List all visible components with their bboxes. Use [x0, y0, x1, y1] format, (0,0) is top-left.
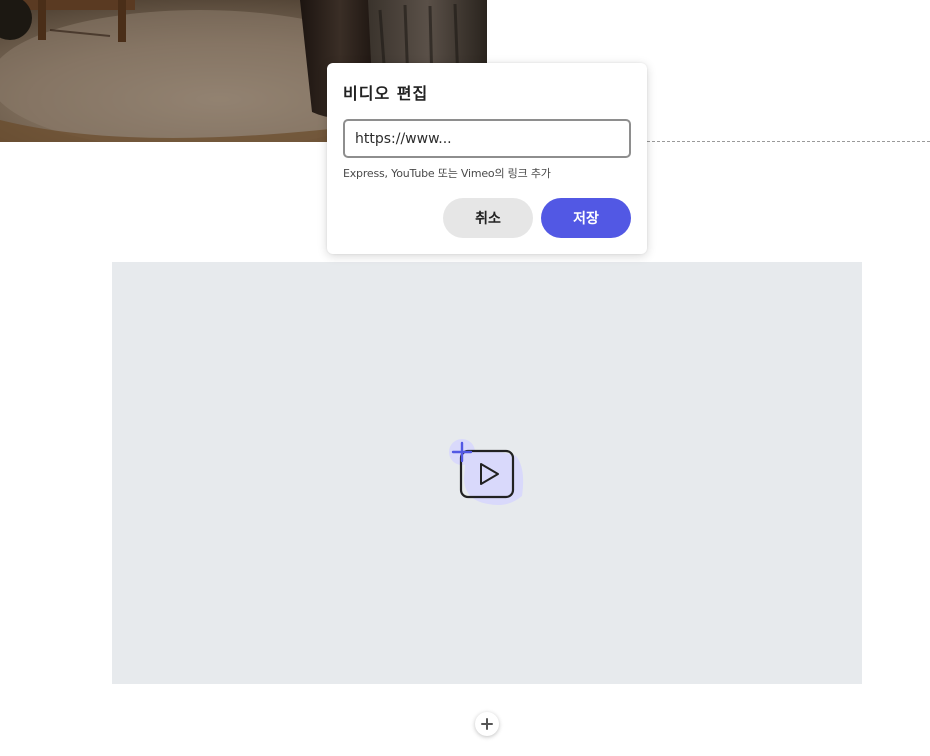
page: 비디오 편집 Express, YouTube 또는 Vimeo의 링크 추가 …	[0, 0, 930, 756]
edit-video-dialog: 비디오 편집 Express, YouTube 또는 Vimeo의 링크 추가 …	[327, 63, 647, 254]
helper-text: Express, YouTube 또는 Vimeo의 링크 추가	[343, 167, 551, 180]
video-url-input[interactable]	[343, 119, 631, 158]
section-divider	[647, 141, 930, 142]
video-placeholder[interactable]	[112, 262, 862, 684]
add-block-button[interactable]	[475, 712, 499, 736]
save-button[interactable]: 저장	[541, 198, 631, 238]
dialog-title: 비디오 편집	[343, 84, 429, 103]
video-add-icon[interactable]	[448, 438, 528, 508]
cancel-button[interactable]: 취소	[443, 198, 533, 238]
plus-icon	[481, 718, 493, 730]
